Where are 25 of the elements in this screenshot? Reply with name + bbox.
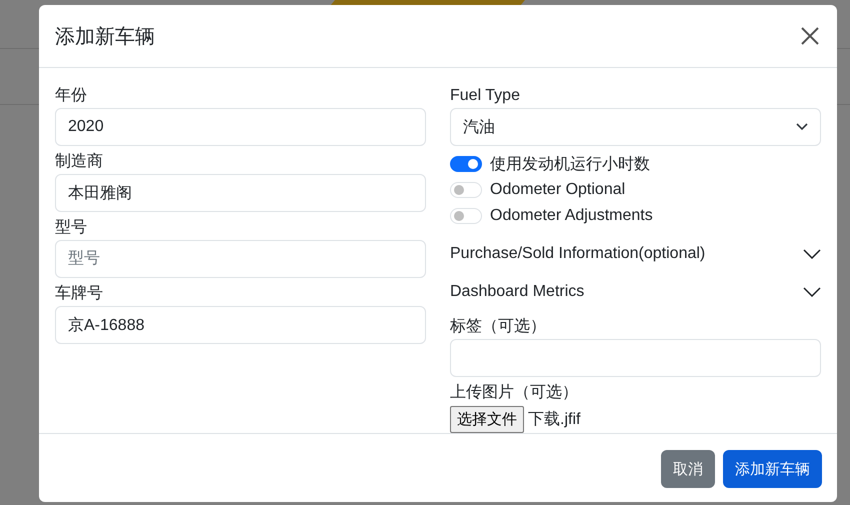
input-field[interactable]: 京A-16888 [55,306,426,344]
caret-icon [796,123,808,131]
field-label: 车牌号 [55,284,104,304]
choose-file-button[interactable]: 选择文件 [450,406,524,433]
add-button[interactable]: 添加新车辆 [723,450,822,488]
accordion-header[interactable]: Purchase/Sold Information(optional) [450,235,821,273]
field-label: 标签（可选） [450,316,547,337]
input-field[interactable]: 型号 [55,240,426,278]
field-label: 型号 [55,218,88,238]
switch-label: Odometer Optional [490,181,626,199]
toggle-switch[interactable] [450,156,482,172]
file-name: 下载.jfif [528,410,580,430]
field-label: Fuel Type [450,86,521,106]
fuel-type-select[interactable]: 汽油 [450,108,821,146]
switch-label: 使用发动机运行小时数 [490,154,650,174]
dialog-title: 添加新车辆 [55,24,155,50]
accordion-header[interactable]: Dashboard Metrics [450,273,821,311]
field-label: 年份 [55,86,88,106]
field-label: 上传图片（可选） [450,382,579,403]
input-field[interactable]: 本田雅阁 [55,174,426,212]
input-field[interactable]: 2020 [55,108,426,146]
cancel-button[interactable]: 取消 [661,450,715,488]
input-field[interactable] [450,339,821,377]
field-label: 制造商 [55,152,104,172]
switch-label: Odometer Adjustments [490,207,653,225]
